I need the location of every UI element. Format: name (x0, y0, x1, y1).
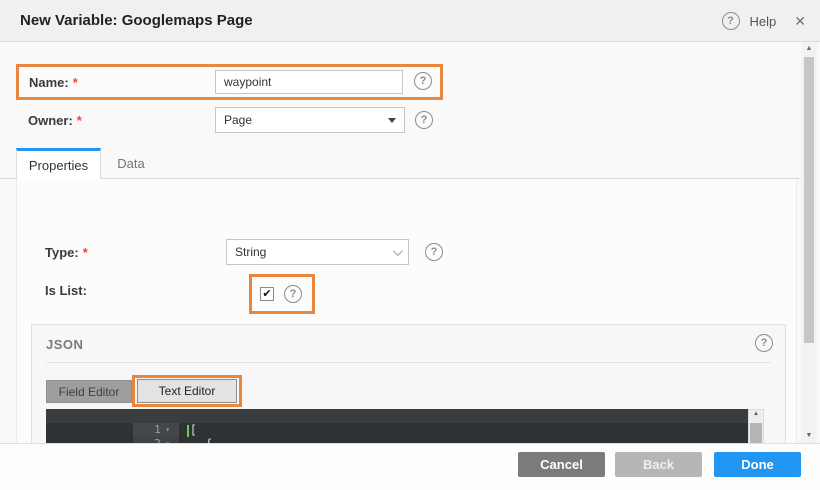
required-asterisk: * (83, 245, 88, 260)
chevron-down-icon (393, 246, 403, 256)
dialog-header: New Variable: Googlemaps Page ? Help ✕ (0, 0, 820, 42)
required-asterisk: * (77, 113, 82, 128)
tab-bar: Properties Data (0, 148, 804, 179)
dialog-content: Name:* ? Owner:* Page ? Properties Data … (0, 42, 820, 443)
required-asterisk: * (73, 75, 78, 90)
name-label: Name: * (29, 75, 78, 90)
dialog-footer: Cancel Back Done (0, 443, 820, 490)
type-label: Type: * (45, 245, 88, 260)
help-label[interactable]: Help (750, 14, 777, 29)
name-row-highlight: Name: * ? (16, 64, 443, 100)
header-actions: ? Help ✕ (722, 0, 806, 42)
json-section-title: JSON (46, 337, 83, 352)
owner-help-icon[interactable]: ? (415, 111, 433, 129)
field-editor-button[interactable]: Field Editor (46, 380, 132, 403)
name-help-icon[interactable]: ? (414, 72, 432, 90)
dialog-scrollbar-thumb[interactable] (804, 57, 814, 343)
dropdown-arrow-icon (388, 118, 396, 123)
name-input[interactable] (215, 70, 403, 94)
code-line: 2▾··{ (46, 423, 748, 437)
json-code-editor[interactable]: 1▾[ 2▾··{ 3▾····"location": { 4······"la… (46, 409, 748, 443)
is-list-checkbox[interactable]: ✔ (260, 287, 274, 301)
editor-scrollbar-thumb[interactable] (750, 423, 762, 443)
scroll-up-icon[interactable]: ▲ (749, 411, 763, 417)
scroll-up-icon[interactable]: ▲ (801, 45, 817, 52)
json-section: JSON ? Field Editor Text Editor 1▾[ 2▾··… (31, 324, 786, 443)
is-list-highlight: ✔ ? (249, 274, 315, 314)
cancel-button[interactable]: Cancel (518, 452, 605, 477)
type-select[interactable]: String (226, 239, 409, 265)
close-icon[interactable]: ✕ (794, 13, 806, 30)
done-button[interactable]: Done (714, 452, 801, 477)
text-editor-button[interactable]: Text Editor (137, 379, 237, 403)
owner-select[interactable]: Page (215, 107, 405, 133)
type-label-text: Type: (45, 245, 79, 260)
is-list-help-icon[interactable]: ? (284, 285, 302, 303)
owner-label-text: Owner: (28, 113, 73, 128)
dialog-scrollbar[interactable]: ▲ ▼ (801, 42, 817, 443)
properties-panel: Type: * String ? Is List: ✔ ? JSON ? Fiel… (16, 179, 797, 443)
divider (46, 362, 771, 363)
text-editor-highlight: Text Editor (132, 375, 242, 407)
tab-data[interactable]: Data (101, 148, 161, 179)
name-label-text: Name: (29, 75, 69, 90)
new-variable-dialog: New Variable: Googlemaps Page ? Help ✕ N… (0, 0, 820, 490)
owner-label: Owner: * (28, 113, 82, 128)
editor-scrollbar[interactable]: ▲ (748, 409, 764, 443)
type-help-icon[interactable]: ? (425, 243, 443, 261)
back-button[interactable]: Back (615, 452, 702, 477)
tab-properties[interactable]: Properties (16, 148, 101, 179)
scroll-down-icon[interactable]: ▼ (801, 432, 817, 439)
code-line: 1▾[ (46, 409, 748, 423)
help-icon[interactable]: ? (722, 12, 740, 30)
owner-select-value: Page (224, 113, 252, 127)
json-help-icon[interactable]: ? (755, 334, 773, 352)
is-list-label: Is List: (45, 283, 87, 298)
type-select-value: String (235, 245, 266, 259)
dialog-title: New Variable: Googlemaps Page (20, 12, 253, 29)
